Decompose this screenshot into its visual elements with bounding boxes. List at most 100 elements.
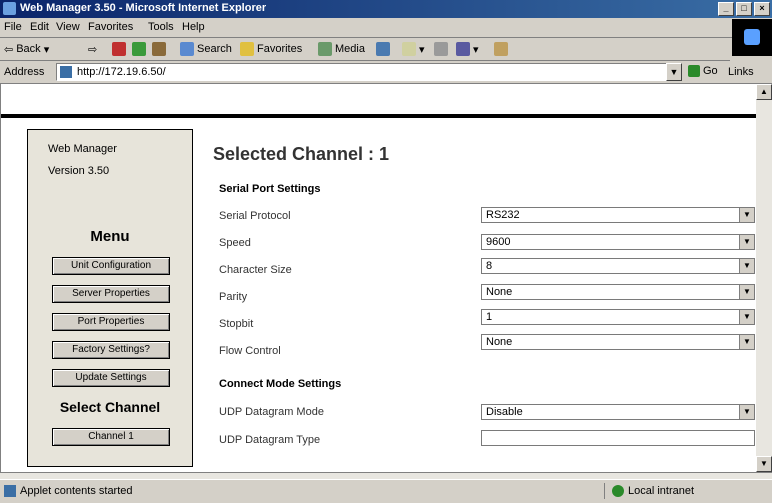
chevron-down-icon: ▼ [739,285,754,299]
close-icon[interactable]: × [754,2,770,16]
menu-view[interactable]: View [56,21,80,33]
speed-label: Speed [219,237,251,249]
flow-control-value: None [486,336,513,348]
refresh-button[interactable] [132,41,146,57]
flow-control-select[interactable]: None ▼ [481,334,755,350]
stopbit-select[interactable]: 1 ▼ [481,309,755,325]
toolbar: ⇦ Back ▾ ⇨ Search Favorites Media ▾ ▾ [0,38,730,61]
app-version: Version 3.50 [48,165,110,177]
server-properties-button[interactable]: Server Properties [52,285,170,303]
menu-file[interactable]: File [4,21,22,33]
window-controls: _ □ × [718,2,770,16]
media-icon [318,42,332,56]
chevron-down-icon: ▼ [739,208,754,222]
status-text: Applet contents started [20,485,133,497]
scroll-down-icon[interactable]: ▼ [756,456,772,472]
discuss-button[interactable] [494,41,508,57]
media-button[interactable]: Media [318,41,365,57]
mail-icon [402,42,416,56]
port-properties-button[interactable]: Port Properties [52,313,170,331]
connect-section-heading: Connect Mode Settings [219,378,342,390]
app-name: Web Manager [48,143,117,155]
flow-control-label: Flow Control [219,345,281,357]
scroll-up-icon[interactable]: ▲ [756,84,772,100]
select-channel-title: Select Channel [59,399,161,415]
update-settings-button[interactable]: Update Settings [52,369,170,387]
udp-type-input[interactable] [481,430,755,446]
back-arrow-icon: ⇦ [4,43,14,56]
zone-indicator: Local intranet [612,485,694,497]
chevron-down-icon: ▼ [739,259,754,273]
refresh-icon [132,42,146,56]
serial-section-heading: Serial Port Settings [219,183,321,195]
zone-text: Local intranet [628,485,695,497]
horizontal-scrollbar[interactable] [0,472,772,479]
udp-mode-select[interactable]: Disable ▼ [481,404,755,420]
page-content: Web Manager Version 3.50 Menu Unit Confi… [0,84,757,472]
favorites-icon [240,42,254,56]
edit-button[interactable]: ▾ [456,41,479,57]
back-label: Back [16,43,41,55]
serial-protocol-select[interactable]: RS232 ▼ [481,207,755,223]
stop-icon [112,42,126,56]
home-icon [152,42,166,56]
vertical-scrollbar[interactable]: ▲ ▼ [756,84,772,472]
links-button[interactable]: Links [728,66,754,78]
mail-dropdown-icon: ▾ [419,43,425,56]
unit-configuration-button[interactable]: Unit Configuration [52,257,170,275]
minimize-icon[interactable]: _ [718,2,734,16]
go-button[interactable]: Go [688,65,718,77]
chevron-down-icon: ▼ [739,235,754,249]
favorites-button[interactable]: Favorites [240,41,302,57]
back-dropdown-icon[interactable]: ▾ [44,43,50,56]
print-icon [434,42,448,56]
address-dropdown-icon[interactable]: ▼ [666,63,682,81]
udp-mode-value: Disable [486,406,523,418]
stop-button[interactable] [112,41,126,57]
chevron-down-icon: ▼ [739,335,754,349]
page-icon [60,66,72,78]
character-size-value: 8 [486,260,493,272]
edit-icon [456,42,470,56]
factory-settings-button[interactable]: Factory Settings? [52,341,170,359]
menu-bar: File Edit View Favorites Tools Help [0,18,772,38]
go-label: Go [703,65,718,77]
history-button[interactable] [376,41,390,57]
character-size-select[interactable]: 8 ▼ [481,258,755,274]
print-button[interactable] [434,41,448,57]
search-button[interactable]: Search [180,41,232,57]
menu-favorites[interactable]: Favorites [88,21,133,33]
forward-button[interactable]: ⇨ [88,41,97,57]
udp-type-label: UDP Datagram Type [219,434,321,446]
chevron-down-icon: ▼ [739,405,754,419]
character-size-label: Character Size [219,264,292,276]
stopbit-value: 1 [486,311,493,323]
menu-edit[interactable]: Edit [30,21,49,33]
chevron-down-icon: ▼ [739,310,754,324]
serial-protocol-value: RS232 [486,209,520,221]
serial-protocol-label: Serial Protocol [219,210,291,222]
search-label: Search [197,43,232,55]
speed-select[interactable]: 9600 ▼ [481,234,755,250]
maximize-icon[interactable]: □ [736,2,752,16]
page-title: Selected Channel : 1 [213,144,390,164]
menu-tools[interactable]: Tools [148,21,174,33]
speed-value: 9600 [486,236,511,248]
address-input[interactable]: http://172.19.6.50/ [56,63,668,81]
channel-1-button[interactable]: Channel 1 [52,428,170,446]
windows-logo-icon [732,19,772,56]
parity-label: Parity [219,291,248,303]
mail-button[interactable]: ▾ [402,41,425,57]
back-button[interactable]: ⇦ Back ▾ [4,41,49,57]
parity-select[interactable]: None ▼ [481,284,755,300]
status-divider [604,483,605,499]
menu-title: Menu [90,228,130,245]
status-message: Applet contents started [4,485,133,497]
home-button[interactable] [152,41,166,57]
search-icon [180,42,194,56]
menu-help[interactable]: Help [182,21,205,33]
browser-icon [3,2,16,15]
edit-dropdown-icon: ▾ [473,43,479,56]
sidebar: Web Manager Version 3.50 Menu Unit Confi… [27,129,193,467]
status-bar: Applet contents started Local intranet [0,479,772,503]
